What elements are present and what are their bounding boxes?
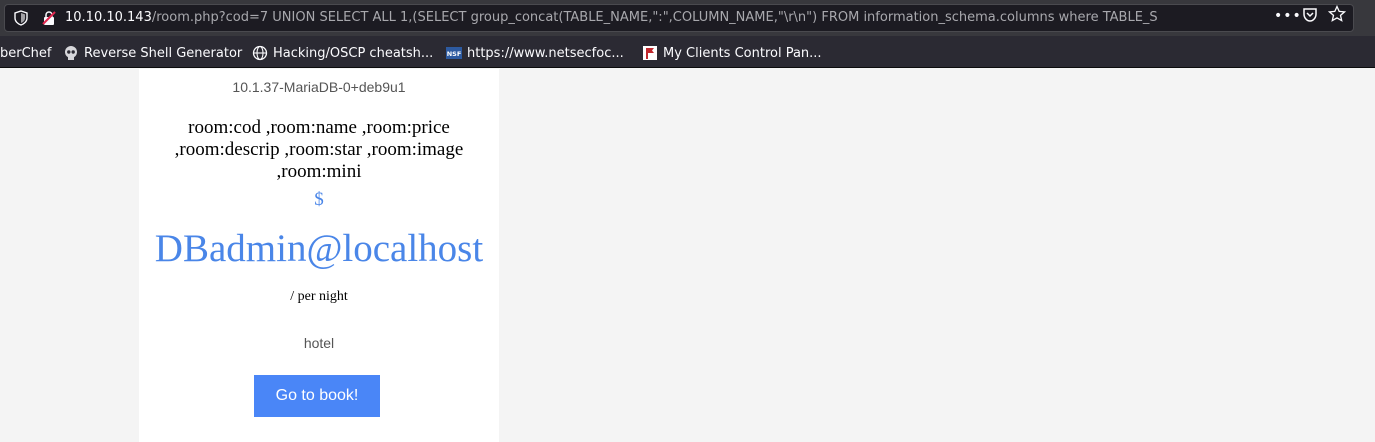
go-to-book-button[interactable]: Go to book!	[254, 375, 380, 417]
bookmark-label: Reverse Shell Generator	[84, 45, 243, 61]
bookmark-cyberchef[interactable]: berChef	[0, 44, 52, 62]
tracking-protection-shield-icon[interactable]	[13, 10, 29, 26]
bookmark-netsecfocus[interactable]: NSF https://www.netsecfoc...	[446, 44, 624, 62]
bookmark-reverse-shell-generator[interactable]: Reverse Shell Generator	[63, 44, 242, 62]
bookmark-star-icon[interactable]	[1328, 5, 1346, 23]
room-columns-text: room:cod ,room:name ,room:price ,room:de…	[174, 117, 464, 182]
db-version-text: 10.1.37-MariaDB-0+deb9u1	[232, 79, 406, 95]
bookmark-label: Hacking/OSCP cheatsh...	[273, 45, 434, 61]
page-actions-menu-icon[interactable]: •••	[1274, 8, 1302, 24]
page-content: 10.1.37-MariaDB-0+deb9u1 room:cod ,room:…	[0, 69, 1375, 442]
pocket-icon[interactable]	[1302, 7, 1318, 23]
svg-text:NSF: NSF	[447, 50, 462, 58]
db-user-text: DBadmin@localhost	[154, 227, 484, 270]
browser-toolbar: 10.10.10.143/room.php?cod=7 UNION SELECT…	[0, 0, 1375, 36]
globe-icon	[252, 45, 268, 61]
url-bar[interactable]: 10.10.10.143/room.php?cod=7 UNION SELECT…	[4, 4, 1354, 32]
flag-icon	[643, 46, 657, 60]
url-path: /room.php?cod=7 UNION SELECT ALL 1,(SELE…	[151, 10, 1158, 25]
bookmark-label: https://www.netsecfoc...	[467, 45, 624, 61]
room-card: 10.1.37-MariaDB-0+deb9u1 room:cod ,room:…	[139, 69, 499, 442]
room-description: hotel	[303, 335, 335, 351]
per-night-label: / per night	[290, 289, 348, 304]
skull-icon	[65, 46, 77, 60]
bookmark-my-clients-control-panel[interactable]: My Clients Control Pan...	[642, 44, 822, 62]
bookmark-label: berChef	[0, 45, 52, 61]
currency-symbol: $	[314, 189, 324, 210]
bookmark-label: My Clients Control Pan...	[663, 45, 822, 61]
bookmarks-bar: berChef Reverse Shell Generator Hacking/…	[0, 36, 1375, 68]
url-text[interactable]: 10.10.10.143/room.php?cod=7 UNION SELECT…	[65, 10, 1265, 25]
url-host: 10.10.10.143	[65, 10, 152, 25]
insecure-lock-icon[interactable]	[41, 10, 57, 26]
nsf-icon: NSF	[446, 47, 462, 59]
bookmark-hacking-oscp-cheatsheet[interactable]: Hacking/OSCP cheatsh...	[252, 44, 433, 62]
